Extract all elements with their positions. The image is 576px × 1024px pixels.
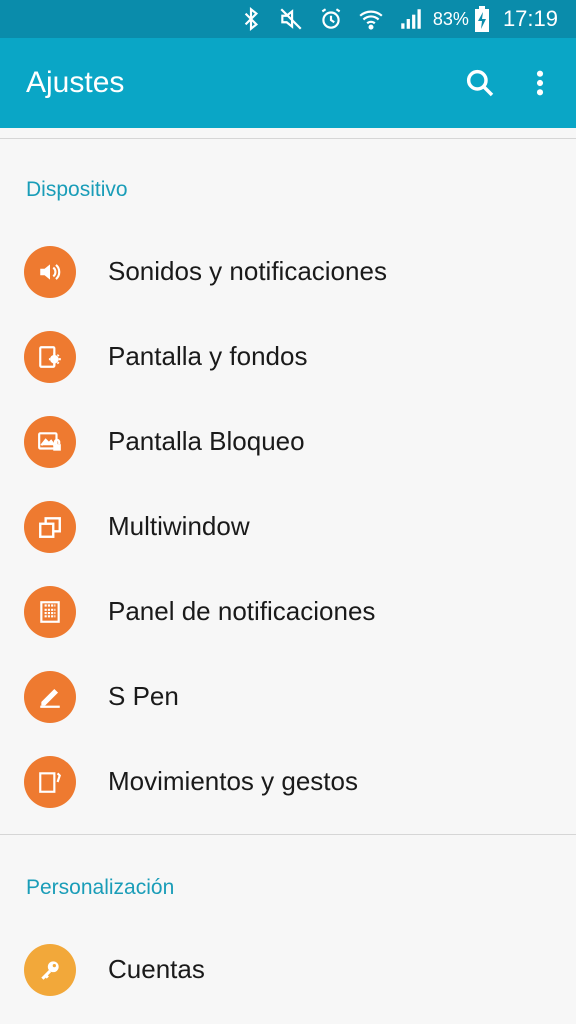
settings-item-sonidos[interactable]: Sonidos y notificaciones	[0, 229, 576, 314]
settings-item-cuentas[interactable]: Cuentas	[0, 927, 576, 1012]
display-brightness-icon	[24, 330, 76, 383]
page-title: Ajustes	[26, 66, 125, 99]
divider	[0, 138, 576, 139]
divider	[0, 834, 576, 835]
bluetooth-icon	[237, 5, 265, 33]
key-icon	[24, 943, 76, 996]
settings-item-label: Movimientos y gestos	[108, 766, 358, 796]
app-bar: Ajustes	[0, 38, 576, 128]
signal-icon	[397, 5, 425, 33]
more-vert-icon	[536, 70, 544, 96]
settings-item-label: Panel de notificaciones	[108, 596, 376, 626]
settings-item-label: Pantalla Bloqueo	[108, 426, 305, 456]
vibrate-mute-icon	[277, 5, 305, 33]
motion-icon	[24, 755, 76, 808]
settings-item-multiwindow[interactable]: Multiwindow	[0, 484, 576, 569]
search-icon	[466, 69, 494, 97]
settings-item-s-pen[interactable]: S Pen	[0, 654, 576, 739]
settings-item-panel-notificaciones[interactable]: Panel de notificaciones	[0, 569, 576, 654]
settings-item-label: Multiwindow	[108, 511, 250, 541]
status-bar: 83% 17:19	[0, 0, 576, 38]
wifi-icon	[357, 5, 385, 33]
notification-panel-icon	[24, 585, 76, 638]
alarm-icon	[317, 5, 345, 33]
settings-item-pantalla-bloqueo[interactable]: Pantalla Bloqueo	[0, 399, 576, 484]
section-header-dispositivo: Dispositivo	[26, 178, 128, 201]
settings-item-label: Pantalla y fondos	[108, 341, 308, 371]
battery-percentage: 83%	[432, 8, 469, 29]
section-header-personalizacion: Personalización	[26, 876, 175, 899]
clock: 17:19	[502, 6, 558, 31]
settings-item-label: S Pen	[108, 681, 179, 711]
settings-item-pantalla-fondos[interactable]: Pantalla y fondos	[0, 314, 576, 399]
speaker-icon	[24, 245, 76, 298]
settings-item-label: Cuentas	[108, 954, 205, 984]
settings-item-movimientos[interactable]: Movimientos y gestos	[0, 739, 576, 824]
settings-item-label: Sonidos y notificaciones	[108, 256, 387, 286]
lock-screen-icon	[24, 415, 76, 468]
battery-charging-icon	[473, 5, 491, 33]
more-options-button[interactable]	[516, 59, 564, 107]
multiwindow-icon	[24, 500, 76, 553]
pen-icon	[24, 670, 76, 723]
search-button[interactable]	[456, 59, 504, 107]
